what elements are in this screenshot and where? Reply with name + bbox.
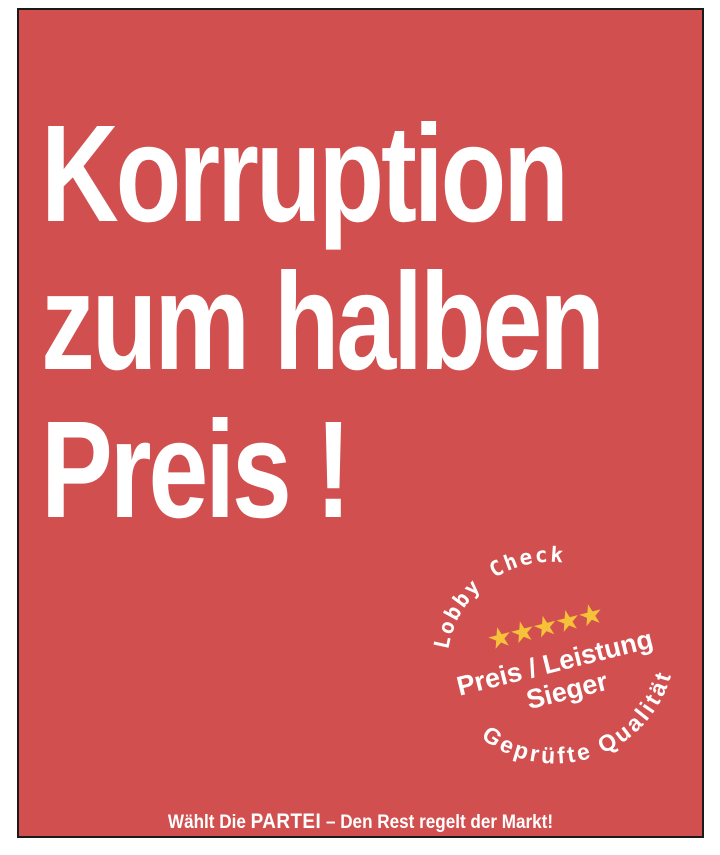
quality-seal: Lobby Check ★★★★★ Preis / Leistung Siege…	[411, 535, 692, 788]
headline-line-2: zum halben	[41, 245, 605, 399]
poster: Korruption zum halben Preis ! Lobby Chec…	[17, 8, 704, 838]
headline-line-1: Korruption	[41, 97, 569, 251]
headline: Korruption zum halben Preis !	[41, 97, 605, 544]
footer-prefix: Wählt Die	[167, 812, 251, 833]
footer-brand: PARTEI	[250, 810, 322, 833]
footer-slogan: Wählt Die PARTEI – Den Rest regelt der M…	[53, 810, 668, 834]
footer-suffix: – Den Rest regelt der Markt!	[321, 812, 554, 833]
